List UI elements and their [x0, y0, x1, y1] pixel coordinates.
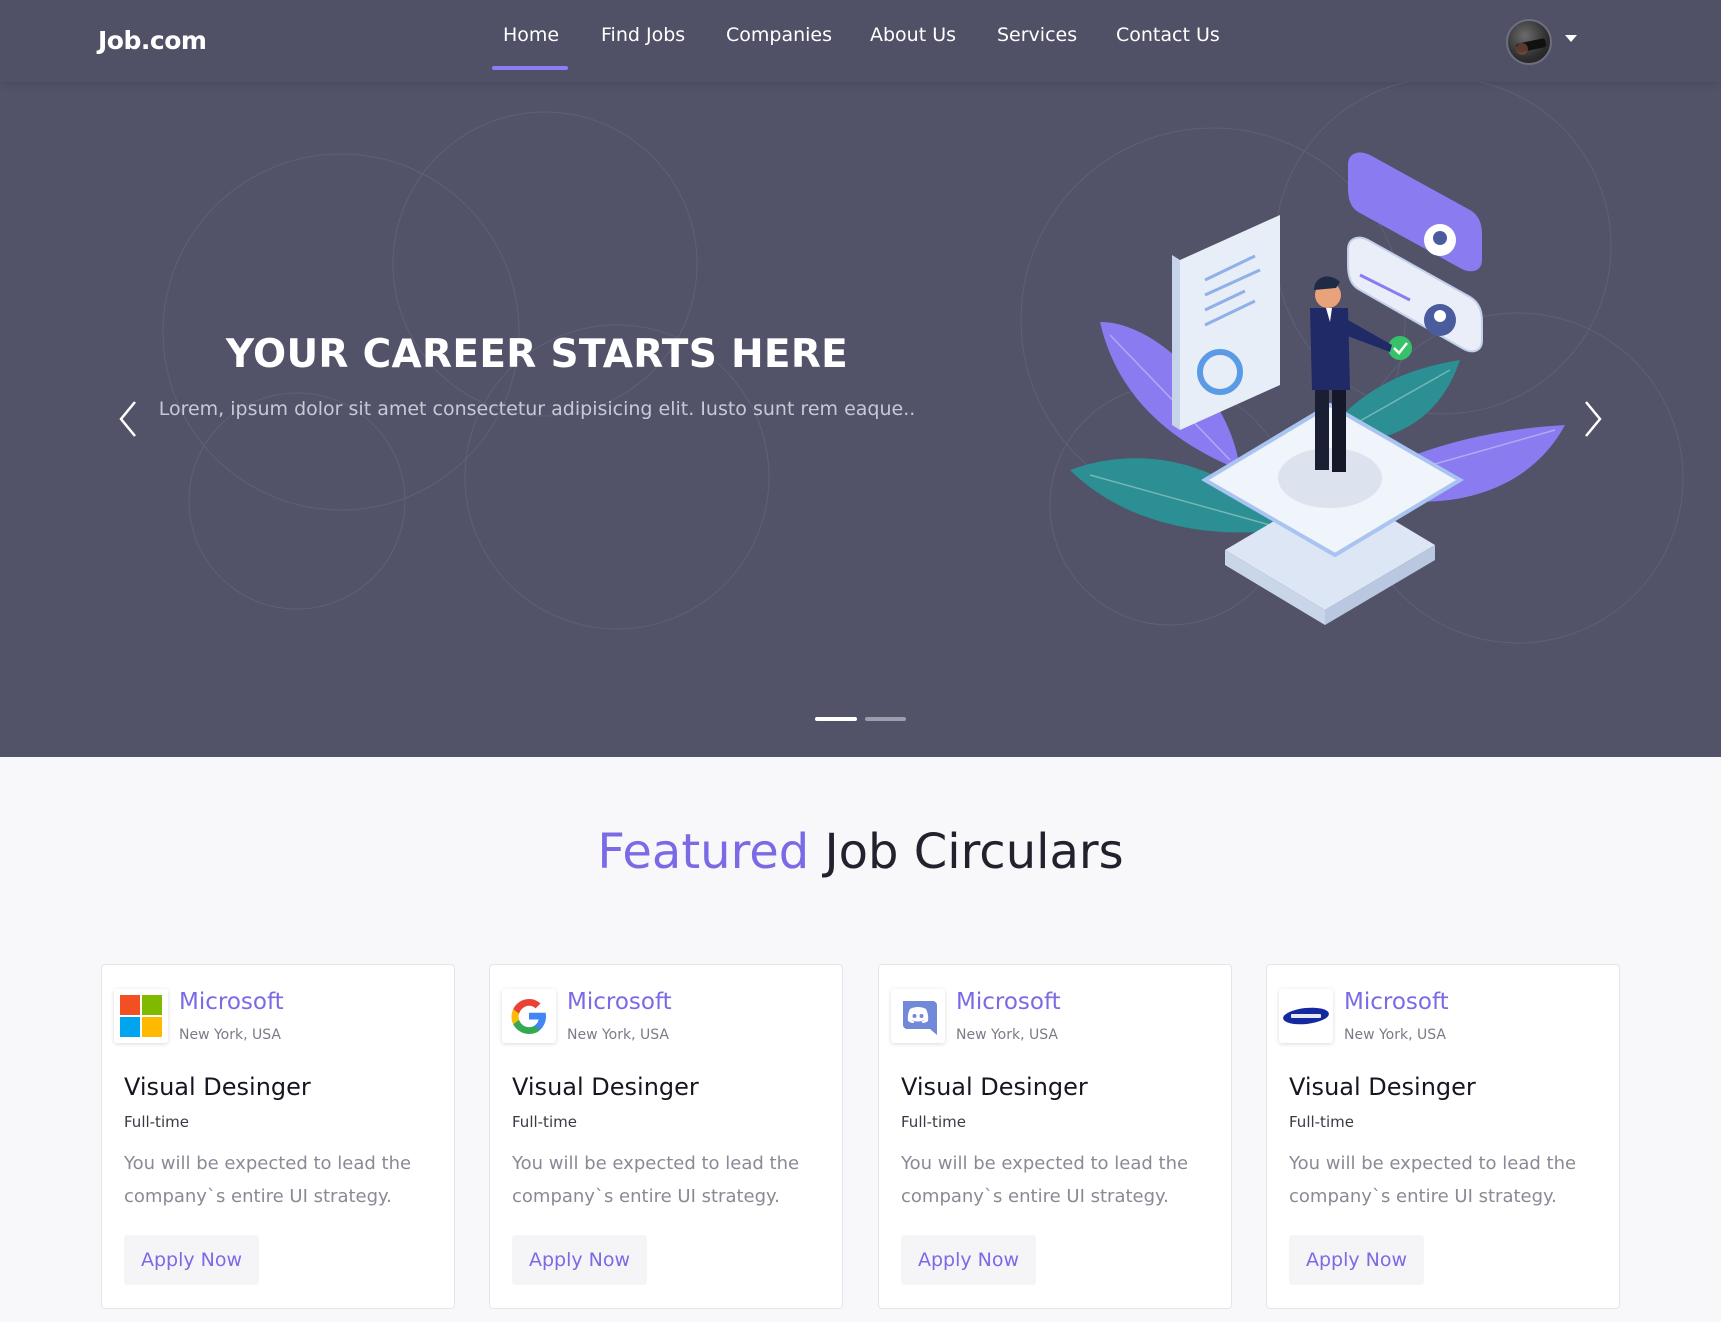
nav-find-jobs[interactable]: Find Jobs: [601, 24, 685, 46]
chevron-left-icon[interactable]: [115, 398, 141, 440]
job-card: Microsoft New York, USA Visual Desinger …: [878, 964, 1232, 1309]
user-avatar[interactable]: [1506, 19, 1552, 65]
job-type: Full-time: [124, 1113, 189, 1131]
section-title-rest: Job Circulars: [824, 824, 1124, 880]
job-type: Full-time: [512, 1113, 577, 1131]
company-location: New York, USA: [567, 1027, 669, 1043]
company-name[interactable]: Microsoft: [567, 989, 672, 1015]
microsoft-logo-icon: [114, 989, 168, 1043]
job-title: Visual Desinger: [1289, 1073, 1476, 1101]
top-navbar: Job.com Home Find Jobs Companies About U…: [0, 0, 1721, 82]
job-title: Visual Desinger: [512, 1073, 699, 1101]
job-type: Full-time: [901, 1113, 966, 1131]
company-name[interactable]: Microsoft: [179, 989, 284, 1015]
company-location: New York, USA: [1344, 1027, 1446, 1043]
hero-section: Job.com Home Find Jobs Companies About U…: [0, 0, 1721, 757]
job-description: You will be expected to lead the company…: [901, 1153, 1189, 1207]
section-title: Featured Job Circulars: [0, 824, 1721, 880]
nav-services[interactable]: Services: [997, 24, 1077, 46]
job-card: Microsoft New York, USA Visual Desinger …: [489, 964, 843, 1309]
apply-now-button[interactable]: Apply Now: [1289, 1235, 1425, 1285]
site-logo[interactable]: Job.com: [98, 26, 207, 55]
carousel-indicator-2[interactable]: [865, 717, 906, 721]
nav-home[interactable]: Home: [503, 24, 559, 46]
google-logo-icon: [502, 989, 556, 1043]
company-location: New York, USA: [956, 1027, 1058, 1043]
hero-title: YOUR CAREER STARTS HERE: [225, 332, 849, 377]
nav-companies[interactable]: Companies: [726, 24, 832, 46]
section-title-accent: Featured: [597, 824, 810, 880]
job-title: Visual Desinger: [124, 1073, 311, 1101]
company-name[interactable]: Microsoft: [956, 989, 1061, 1015]
job-description: You will be expected to lead the company…: [124, 1153, 412, 1207]
nav-active-indicator: [492, 66, 568, 70]
samsung-logo-icon: [1279, 989, 1333, 1043]
career-illustration: [1070, 152, 1565, 625]
discord-logo-icon: [891, 989, 945, 1043]
job-title: Visual Desinger: [901, 1073, 1088, 1101]
job-type: Full-time: [1289, 1113, 1354, 1131]
job-description: You will be expected to lead the company…: [1289, 1153, 1577, 1207]
nav-contact-us[interactable]: Contact Us: [1116, 24, 1220, 46]
apply-now-button[interactable]: Apply Now: [901, 1235, 1037, 1285]
job-card: Microsoft New York, USA Visual Desinger …: [1266, 964, 1620, 1309]
avatar-photo-icon: [1516, 38, 1547, 55]
apply-now-button[interactable]: Apply Now: [512, 1235, 648, 1285]
job-description: You will be expected to lead the company…: [512, 1153, 800, 1207]
chevron-down-icon[interactable]: [1565, 35, 1577, 42]
nav-about-us[interactable]: About Us: [870, 24, 956, 46]
carousel-indicator-1[interactable]: [815, 717, 857, 721]
apply-now-button[interactable]: Apply Now: [124, 1235, 260, 1285]
company-name[interactable]: Microsoft: [1344, 989, 1449, 1015]
hero-subtitle: Lorem, ipsum dolor sit amet consectetur …: [158, 398, 916, 420]
job-card: Microsoft New York, USA Visual Desinger …: [101, 964, 455, 1309]
company-location: New York, USA: [179, 1027, 281, 1043]
